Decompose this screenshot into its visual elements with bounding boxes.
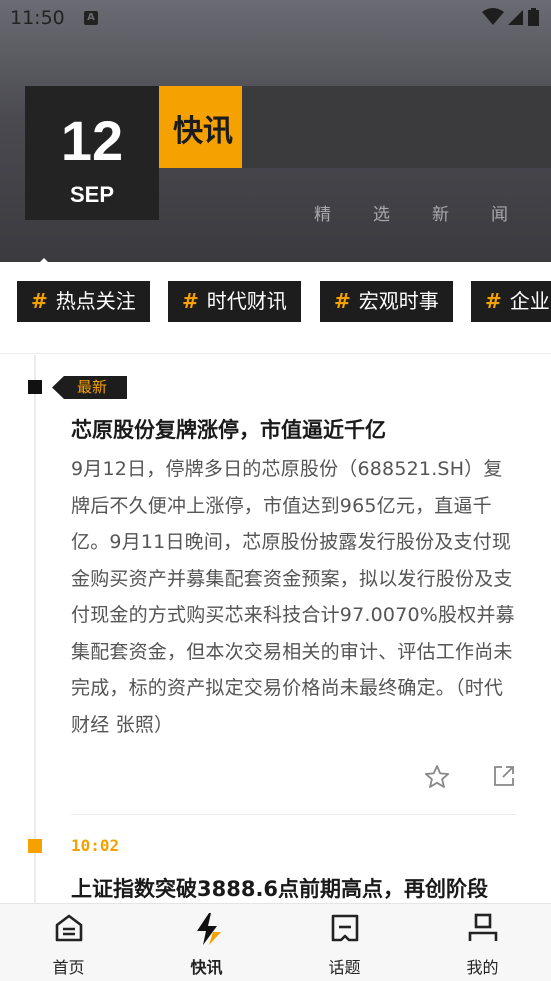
slogan: 精 选 新 闻	[314, 200, 508, 225]
slogan-char: 精	[314, 205, 331, 225]
title-strip	[242, 86, 551, 168]
hash-icon: #	[485, 289, 502, 313]
hash-icon: #	[334, 289, 351, 313]
section-title: 快讯	[173, 114, 233, 149]
tag-label: 时代财讯	[206, 289, 287, 313]
news-title[interactable]: 上证指数突破3888.6点前期高点，再创阶段	[71, 873, 488, 903]
date-day: 12	[60, 109, 124, 172]
profile-icon	[468, 913, 497, 941]
section-title-tag: 快讯	[159, 86, 242, 168]
nav-label: 首页	[52, 958, 85, 977]
slogan-char: 闻	[491, 205, 508, 225]
nav-label: 快讯	[190, 958, 223, 977]
timeline-bullet	[28, 839, 42, 853]
tag-enterprise[interactable]: # 企业	[471, 281, 551, 322]
tag-label: 企业	[509, 289, 550, 313]
nav-label: 话题	[328, 958, 361, 977]
hash-icon: #	[31, 289, 48, 313]
favorite-button[interactable]	[424, 764, 450, 794]
item-divider	[71, 814, 516, 815]
hash-icon: #	[182, 289, 199, 313]
date-box: 12 SEP	[25, 86, 159, 220]
tag-label: 宏观时事	[358, 289, 439, 313]
tag-macro[interactable]: # 宏观时事	[320, 281, 453, 322]
signal-icon	[508, 10, 523, 25]
tag-hot[interactable]: # 热点关注	[17, 281, 150, 322]
lightning-icon	[196, 913, 221, 945]
timeline-bullet	[28, 380, 42, 394]
slogan-char: 选	[373, 205, 390, 225]
nav-home[interactable]: 首页	[0, 904, 137, 981]
latest-badge: 最新	[52, 376, 127, 399]
slogan-char: 新	[432, 205, 449, 225]
tag-label: 热点关注	[55, 289, 136, 313]
nav-topic[interactable]: 话题	[276, 904, 413, 981]
battery-icon	[528, 8, 539, 26]
home-icon	[55, 914, 82, 942]
date-month: SEP	[69, 182, 115, 207]
news-time: 10:02	[71, 836, 120, 855]
share-button[interactable]	[492, 764, 516, 792]
news-title[interactable]: 芯原股份复牌涨停，市值逼近千亿	[71, 414, 386, 444]
status-time: 11:50	[10, 7, 65, 29]
star-icon	[424, 765, 450, 788]
status-bar: 11:50 A	[0, 0, 551, 36]
notification-a-icon: A	[84, 11, 98, 25]
topic-icon	[331, 914, 358, 942]
header: 11:50 A 12 SEP 快讯 精 选 新 闻	[0, 0, 551, 270]
status-icons	[482, 8, 539, 26]
bottom-nav: 首页 快讯 话题 我的	[0, 903, 551, 981]
share-icon	[494, 766, 514, 786]
topic-tags-bar: # 热点关注 # 时代财讯 # 宏观时事 # 企业	[0, 262, 551, 354]
tag-times-finance[interactable]: # 时代财讯	[168, 281, 301, 322]
nav-label: 我的	[466, 958, 499, 977]
nav-profile[interactable]: 我的	[414, 904, 551, 981]
news-body[interactable]: 9月12日，停牌多日的芯原股份（688521.SH）复牌后不久便冲上涨停，市值达…	[71, 451, 521, 743]
wifi-icon	[482, 8, 504, 25]
nav-flash[interactable]: 快讯	[138, 904, 275, 981]
timeline-line	[34, 355, 36, 903]
news-feed[interactable]: 最新 芯原股份复牌涨停，市值逼近千亿 9月12日，停牌多日的芯原股份（68852…	[0, 355, 551, 903]
